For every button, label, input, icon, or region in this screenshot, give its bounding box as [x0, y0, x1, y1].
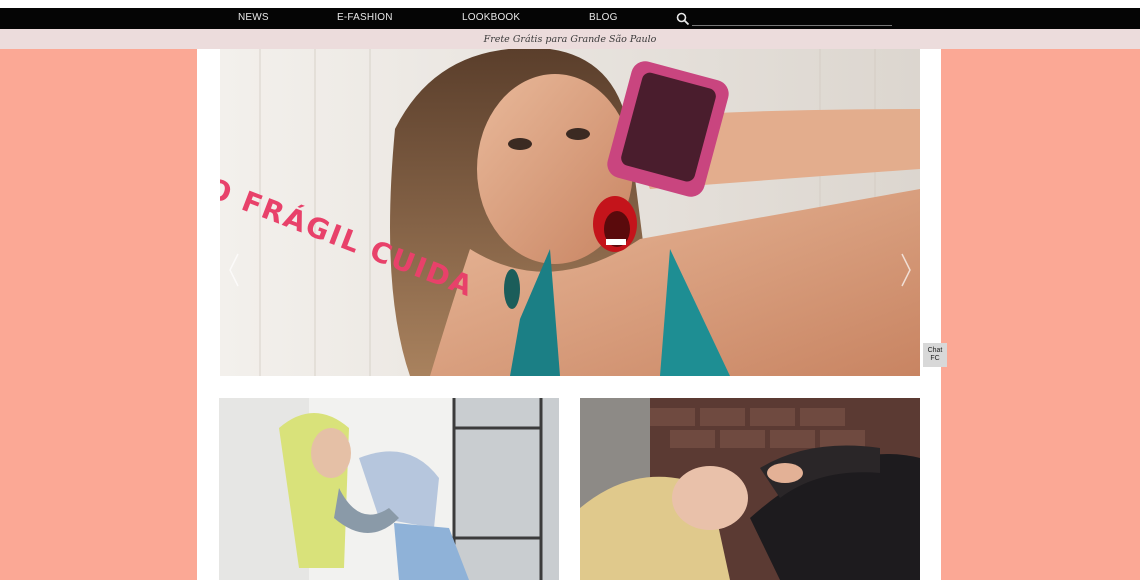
hero-slider-image[interactable]: O FRÁGIL CUIDA [220, 49, 920, 376]
search-icon[interactable] [676, 12, 690, 26]
promo-text: Frete Grátis para Grande São Paulo [483, 34, 657, 45]
chat-label-line2: FC [930, 355, 940, 362]
chat-label-line1: Chat [927, 347, 943, 354]
promo-bar: Frete Grátis para Grande São Paulo [0, 29, 1140, 49]
chevron-right-icon[interactable] [900, 252, 912, 288]
chevron-left-icon[interactable] [228, 252, 240, 288]
search-input[interactable] [692, 13, 892, 26]
main-navbar: NEWS E-FASHION LOOKBOOK BLOG [0, 8, 1140, 29]
lookbook-image-left[interactable] [219, 398, 559, 580]
background-left [0, 49, 197, 580]
nav-item-news[interactable]: NEWS [238, 12, 269, 23]
chat-button[interactable]: Chat FC [923, 343, 947, 367]
top-strip [0, 0, 1140, 8]
nav-item-blog[interactable]: BLOG [589, 12, 618, 23]
nav-item-e-fashion[interactable]: E-FASHION [337, 12, 393, 23]
background-right [941, 49, 1140, 580]
nav-item-lookbook[interactable]: LOOKBOOK [462, 12, 520, 23]
lookbook-image-right[interactable] [580, 398, 920, 580]
